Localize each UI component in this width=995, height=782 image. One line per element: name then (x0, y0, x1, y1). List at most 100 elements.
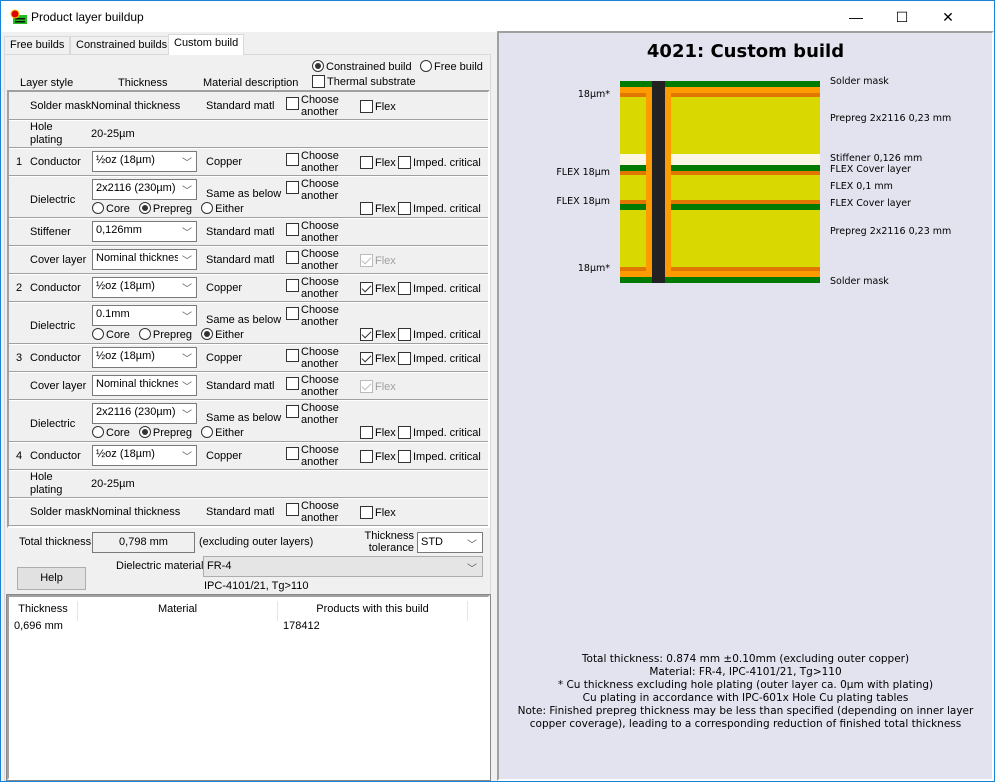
imped-critical-label: Imped. critical (413, 451, 481, 463)
flex-checkbox[interactable]: Flex (360, 100, 396, 113)
layer-style-label: Hole plating (30, 121, 62, 147)
table-header-thickness[interactable]: Thickness (9, 601, 78, 621)
thickness-value: Nominal thickness (96, 252, 178, 264)
imped-critical-checkbox[interactable]: Imped. critical (398, 450, 481, 463)
choose-line2: another (301, 456, 339, 468)
checkbox-box (360, 156, 373, 169)
choose-line2: another (301, 316, 339, 328)
help-button[interactable]: Help (17, 567, 86, 590)
layer-label-right: Prepreg 2x2116 0,23 mm (830, 226, 952, 237)
imped-critical-checkbox[interactable]: Imped. critical (398, 426, 481, 439)
flex-label: Flex (375, 203, 396, 215)
imped-critical-checkbox[interactable]: Imped. critical (398, 156, 481, 169)
bottom-solder-mask (620, 277, 820, 283)
flex-checkbox[interactable]: Flex (360, 282, 396, 295)
radio-core[interactable]: Core (92, 202, 130, 215)
layer-label-right: Stiffener 0,126 mm (830, 153, 923, 164)
copper-label-left: 18µm* (577, 89, 610, 100)
tab-free-builds[interactable]: Free builds (4, 36, 71, 54)
note-line: Total thickness: 0.874 mm ±0.10mm (exclu… (581, 653, 910, 665)
radio-either[interactable]: Either (201, 426, 244, 439)
thickness-select[interactable]: Nominal thickness ﹀ (92, 375, 197, 396)
flex-checkbox[interactable]: Flex (360, 202, 396, 215)
thickness-select[interactable]: ½oz (18µm) ﹀ (92, 445, 197, 466)
choose-line1: Choose (301, 94, 339, 106)
dielectric-material-select[interactable]: FR-4 ﹀ (203, 556, 483, 577)
radio-either[interactable]: Either (201, 328, 244, 341)
note-line: copper coverage), leading to a correspon… (529, 718, 962, 730)
tab-constrained-builds[interactable]: Constrained builds (70, 36, 174, 54)
flex-checkbox[interactable]: Flex (360, 426, 396, 439)
radio-indicator (420, 60, 432, 72)
thickness-select[interactable]: ½oz (18µm) ﹀ (92, 347, 197, 368)
radio-indicator (312, 60, 324, 72)
checkbox-box (286, 153, 299, 166)
radio-either[interactable]: Either (201, 202, 244, 215)
radio-prepreg[interactable]: Prepreg (138, 202, 192, 215)
tab-custom-build[interactable]: Custom build (168, 34, 245, 55)
dielectric-type-radios: Core Prepreg Either (92, 426, 250, 439)
hole-plating-thickness: 20-25µm (91, 128, 135, 140)
thickness-select[interactable]: ½oz (18µm) ﹀ (92, 151, 197, 172)
imped-critical-checkbox[interactable]: Imped. critical (398, 282, 481, 295)
dielectric-material-label: Dielectric material (116, 560, 204, 572)
tolerance-value: STD (421, 536, 443, 548)
checkbox-box (312, 75, 325, 88)
thickness-tolerance-select[interactable]: STD ﹀ (417, 532, 483, 553)
layer-row-conductor: 3 Conductor ½oz (18µm) ﹀ Copper Choose another… (9, 344, 488, 372)
checkbox-box (398, 352, 411, 365)
chevron-down-icon: ﹀ (182, 382, 192, 393)
thickness-select[interactable]: 0,126mm ﹀ (92, 221, 197, 242)
layer-row-cover: Cover layer Nominal thickness ﹀ Standard ma… (9, 246, 488, 274)
free-build-radio[interactable]: Free build (420, 60, 483, 73)
maximize-button[interactable]: ☐ (879, 2, 925, 32)
material-description: Copper (206, 156, 243, 168)
constrained-build-label: Constrained build (326, 61, 412, 73)
imped-critical-checkbox[interactable]: Imped. critical (398, 202, 481, 215)
flex-checkbox[interactable]: Flex (360, 506, 396, 519)
layer-number: 1 (16, 156, 23, 168)
minimize-button[interactable]: — (833, 2, 879, 32)
layer-style-label: Conductor (30, 450, 81, 462)
checkbox-box (398, 202, 411, 215)
thickness-tolerance-label: Thickness tolerance (364, 530, 414, 554)
chevron-down-icon: ﹀ (182, 186, 192, 197)
thickness-select[interactable]: 2x2116 (230µm) ﹀ (92, 179, 197, 200)
layer-row-solder: Solder mask Nominal thickness Standard mat… (9, 498, 488, 526)
choose-another-label: Choose another (301, 402, 339, 426)
checkbox-box (398, 328, 411, 341)
layer-row-hole: Hole plating 20-25µm (9, 470, 488, 498)
checkbox-box (286, 503, 299, 516)
flex-checkbox[interactable]: Flex (360, 450, 396, 463)
radio-core[interactable]: Core (92, 426, 130, 439)
radio-core[interactable]: Core (92, 328, 130, 341)
chevron-down-icon: ﹀ (182, 158, 192, 169)
thickness-select[interactable]: ½oz (18µm) ﹀ (92, 277, 197, 298)
thickness-select[interactable]: 2x2116 (230µm) ﹀ (92, 403, 197, 424)
choose-another-label: Choose another (301, 374, 339, 398)
choose-another-label: Choose another (301, 94, 339, 118)
close-button[interactable]: ✕ (925, 2, 971, 32)
imped-critical-label: Imped. critical (413, 329, 481, 341)
table-header-material[interactable]: Material (78, 601, 278, 621)
radio-prepreg[interactable]: Prepreg (138, 426, 192, 439)
layer-row-hole: Hole plating 20-25µm (9, 120, 488, 148)
radio-prepreg[interactable]: Prepreg (138, 328, 192, 341)
imped-critical-checkbox[interactable]: Imped. critical (398, 352, 481, 365)
imped-critical-checkbox[interactable]: Imped. critical (398, 328, 481, 341)
material-description: Copper (206, 450, 243, 462)
table-header-products[interactable]: Products with this build (278, 601, 468, 621)
flex-checkbox[interactable]: Flex (360, 352, 396, 365)
flex-checkbox[interactable]: Flex (360, 156, 396, 169)
layer-row-solder: Solder mask Nominal thickness Standard mat… (9, 92, 488, 120)
thermal-substrate-checkbox[interactable]: Thermal substrate (312, 75, 416, 88)
constrained-build-radio[interactable]: Constrained build (312, 60, 412, 73)
note-line: * Cu thickness excluding hole plating (o… (557, 679, 934, 691)
layer-label-right: FLEX Cover layer (830, 164, 911, 175)
flex-checkbox[interactable]: Flex (360, 328, 396, 341)
radio-indicator (92, 328, 104, 340)
thickness-select[interactable]: 0.1mm ﹀ (92, 305, 197, 326)
imped-critical-label: Imped. critical (413, 157, 481, 169)
checkbox-box (360, 426, 373, 439)
thickness-select[interactable]: Nominal thickness ﹀ (92, 249, 197, 270)
